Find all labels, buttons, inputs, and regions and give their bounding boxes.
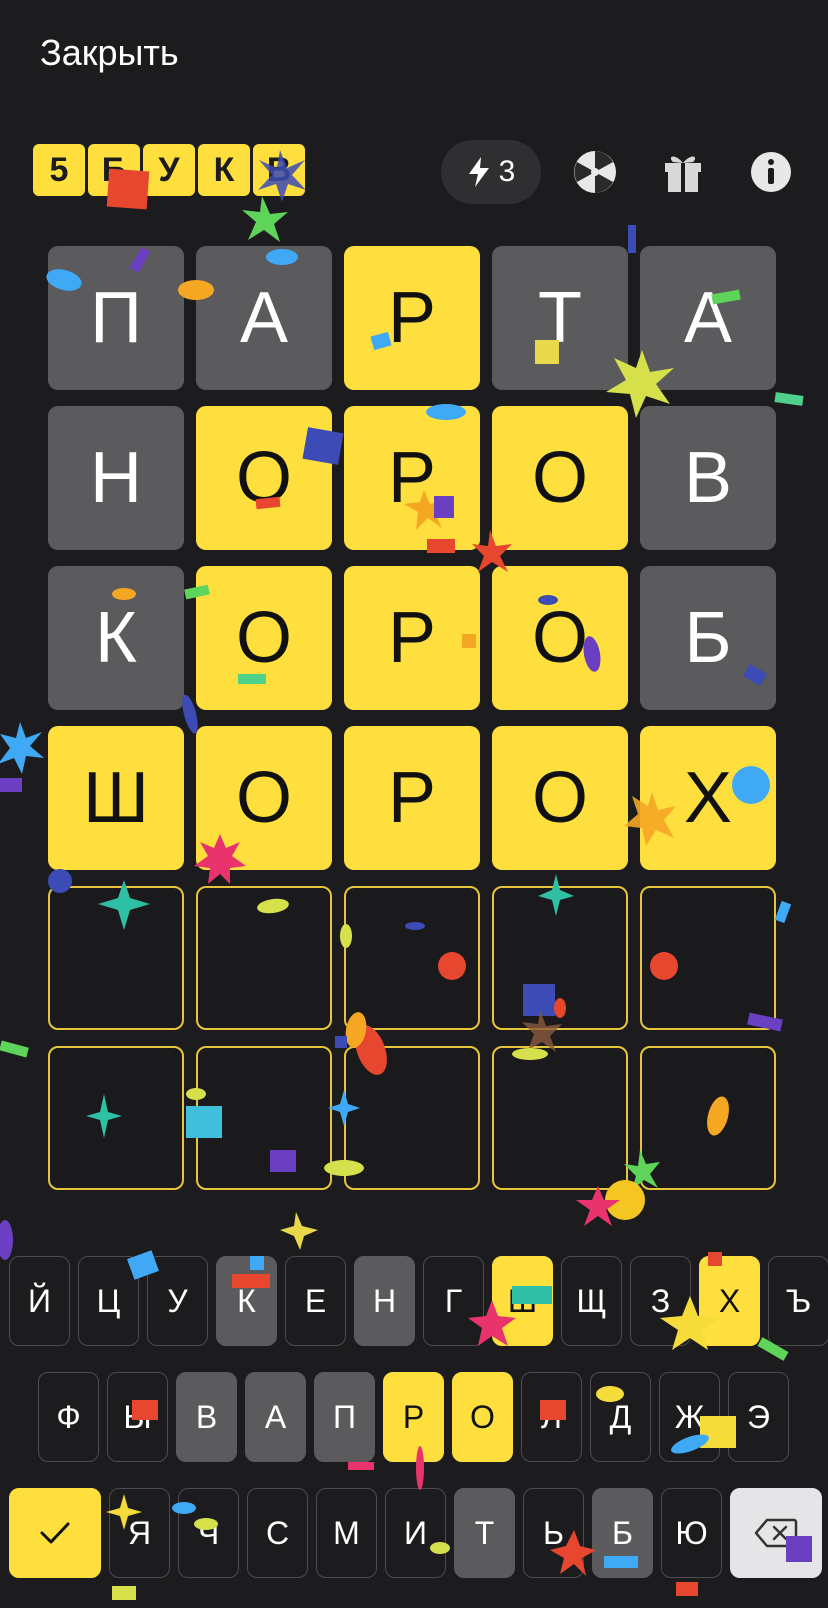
key[interactable]: Д — [590, 1372, 651, 1462]
board-tile: О — [492, 726, 628, 870]
game-logo: 5 Б У К В — [33, 144, 305, 196]
logo-letter: В — [253, 144, 305, 196]
key[interactable]: Щ — [561, 1256, 622, 1346]
board-tile: Р — [344, 406, 480, 550]
key[interactable]: Б — [592, 1488, 653, 1578]
logo-letter: К — [198, 144, 250, 196]
key[interactable]: Ф — [38, 1372, 99, 1462]
logo-letter: Б — [88, 144, 140, 196]
key[interactable]: Ш — [492, 1256, 553, 1346]
hints-button[interactable]: 3 — [441, 140, 541, 204]
board-tile: Ш — [48, 726, 184, 870]
board-tile: А — [196, 246, 332, 390]
checkmark-icon — [40, 1522, 70, 1544]
board-tile: Р — [344, 726, 480, 870]
key[interactable]: Ц — [78, 1256, 139, 1346]
board-tile: Х — [640, 726, 776, 870]
key[interactable]: Ы — [107, 1372, 168, 1462]
logo-letter: 5 — [33, 144, 85, 196]
key[interactable]: Ж — [659, 1372, 720, 1462]
key[interactable]: Х — [699, 1256, 760, 1346]
board-tile: О — [196, 566, 332, 710]
enter-key[interactable] — [9, 1488, 101, 1578]
hints-count: 3 — [498, 155, 516, 188]
board-tile: Р — [344, 246, 480, 390]
key[interactable]: Я — [109, 1488, 170, 1578]
key[interactable]: Ъ — [768, 1256, 828, 1346]
key[interactable]: О — [452, 1372, 513, 1462]
empty-tile — [344, 1046, 480, 1190]
close-button[interactable]: Закрыть — [40, 32, 179, 74]
key[interactable]: Р — [383, 1372, 444, 1462]
empty-tile — [492, 886, 628, 1030]
empty-tile — [196, 886, 332, 1030]
board-tile: Р — [344, 566, 480, 710]
empty-tile — [640, 886, 776, 1030]
key[interactable]: М — [316, 1488, 377, 1578]
wheel-icon[interactable] — [571, 148, 619, 196]
keyboard-row-3: Я Ч С М И Т Ь Б Ю — [9, 1488, 822, 1578]
key[interactable]: Ч — [178, 1488, 239, 1578]
delete-key[interactable] — [730, 1488, 822, 1578]
board-tile: О — [196, 406, 332, 550]
board-tile: О — [492, 406, 628, 550]
empty-tile — [344, 886, 480, 1030]
key[interactable]: Э — [728, 1372, 789, 1462]
empty-tile — [492, 1046, 628, 1190]
key[interactable]: Н — [354, 1256, 415, 1346]
board-tile: П — [48, 246, 184, 390]
board-tile: О — [196, 726, 332, 870]
board-tile: О — [492, 566, 628, 710]
empty-tile — [48, 1046, 184, 1190]
key[interactable]: А — [245, 1372, 306, 1462]
keyboard-row-1: Й Ц У К Е Н Г Ш Щ З Х Ъ — [9, 1256, 828, 1346]
empty-tile — [640, 1046, 776, 1190]
key[interactable]: К — [216, 1256, 277, 1346]
game-board: П А Р Т А Н О Р О В К О Р О Б Ш О Р О Х — [48, 246, 776, 1190]
board-tile: Н — [48, 406, 184, 550]
backspace-icon — [754, 1518, 798, 1548]
key[interactable]: Е — [285, 1256, 346, 1346]
key[interactable]: Г — [423, 1256, 484, 1346]
key[interactable]: Л — [521, 1372, 582, 1462]
key[interactable]: З — [630, 1256, 691, 1346]
key[interactable]: У — [147, 1256, 208, 1346]
key[interactable]: П — [314, 1372, 375, 1462]
board-tile: К — [48, 566, 184, 710]
board-tile: А — [640, 246, 776, 390]
empty-tile — [48, 886, 184, 1030]
info-icon[interactable] — [747, 148, 795, 196]
key[interactable]: Т — [454, 1488, 515, 1578]
key[interactable]: С — [247, 1488, 308, 1578]
board-tile: Б — [640, 566, 776, 710]
keyboard-row-2: Ф Ы В А П Р О Л Д Ж Э — [38, 1372, 789, 1462]
key[interactable]: Ю — [661, 1488, 722, 1578]
key[interactable]: Ь — [523, 1488, 584, 1578]
board-tile: В — [640, 406, 776, 550]
gift-icon[interactable] — [659, 148, 707, 196]
lightning-icon — [468, 157, 489, 187]
key[interactable]: Й — [9, 1256, 70, 1346]
board-tile: Т — [492, 246, 628, 390]
key[interactable]: И — [385, 1488, 446, 1578]
empty-tile — [196, 1046, 332, 1190]
key[interactable]: В — [176, 1372, 237, 1462]
logo-letter: У — [143, 144, 195, 196]
